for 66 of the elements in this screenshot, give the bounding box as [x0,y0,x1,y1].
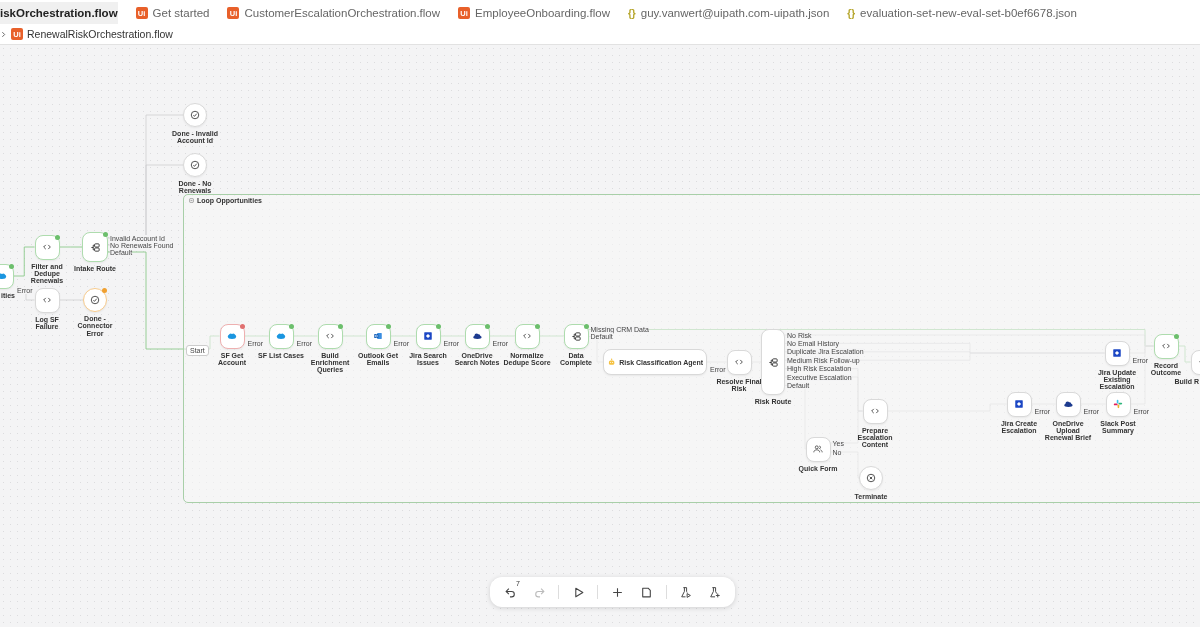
router-node[interactable] [82,232,108,262]
route-icon [89,241,101,253]
flask-plus-icon [708,585,722,599]
slack-icon [1113,399,1123,409]
action-node[interactable] [862,398,888,424]
cloud-icon [227,331,237,341]
diamond-icon [1014,399,1024,409]
json-icon: {} [847,7,856,19]
action-node[interactable] [1105,391,1131,417]
router-node[interactable] [563,323,589,349]
action-node[interactable] [1153,333,1179,359]
action-node[interactable] [219,323,245,349]
chevron-icon [0,29,7,39]
end-node[interactable] [859,466,883,490]
json-icon: {} [627,7,636,19]
action-node[interactable] [268,323,294,349]
robot-icon [607,356,617,368]
diamond-icon [423,331,433,341]
end-node[interactable] [183,153,207,177]
cloud-icon [0,271,7,281]
action-node[interactable] [365,323,391,349]
connector-line [1178,345,1191,363]
route-icon [767,356,779,368]
people-icon [813,444,823,454]
action-node[interactable] [726,349,752,375]
check-circle-icon [190,160,200,170]
mail-app-icon [373,331,383,341]
code-icon [42,242,52,252]
check-circle-icon [90,295,100,305]
flask-play-icon [679,585,693,599]
action-node[interactable] [34,234,60,260]
diamond-icon [1112,348,1122,358]
end-node[interactable] [83,288,107,312]
cloud-icon [1063,399,1073,409]
code-icon [1161,341,1171,351]
file-tab[interactable]: {} guy.vanwert@uipath.com-uipath.json [623,2,830,24]
code-icon [870,406,880,416]
action-node[interactable] [317,323,343,349]
connector-line [59,246,83,248]
file-tab[interactable]: {} evaluation-set-new-eval-set-b0ef6678.json [843,2,1077,24]
code-icon [42,295,52,305]
close-circle-icon [866,473,876,483]
action-node[interactable] [464,323,490,349]
cloud-icon [472,331,482,341]
redo-icon [532,585,546,599]
undo-icon [503,585,517,599]
breadcrumb-text: RenewalRiskOrchestration.flow [27,28,173,40]
route-icon [570,330,582,342]
loop-icon [189,198,194,203]
action-node[interactable] [34,287,60,313]
action-node[interactable] [1006,391,1032,417]
note-icon [640,585,654,599]
code-icon [325,331,335,341]
plus-icon [611,585,625,599]
action-node[interactable] [1055,391,1081,417]
action-node[interactable] [415,323,441,349]
file-tab[interactable]: iskOrchestration.flow [0,2,118,24]
router-node[interactable] [761,329,785,395]
cloud-icon [276,331,286,341]
action-node[interactable] [805,436,831,462]
action-node[interactable] [1104,340,1130,366]
end-node[interactable] [183,103,207,127]
code-icon [734,357,744,367]
action-node[interactable] [514,323,540,349]
code-icon [522,331,532,341]
check-circle-icon [190,110,200,120]
